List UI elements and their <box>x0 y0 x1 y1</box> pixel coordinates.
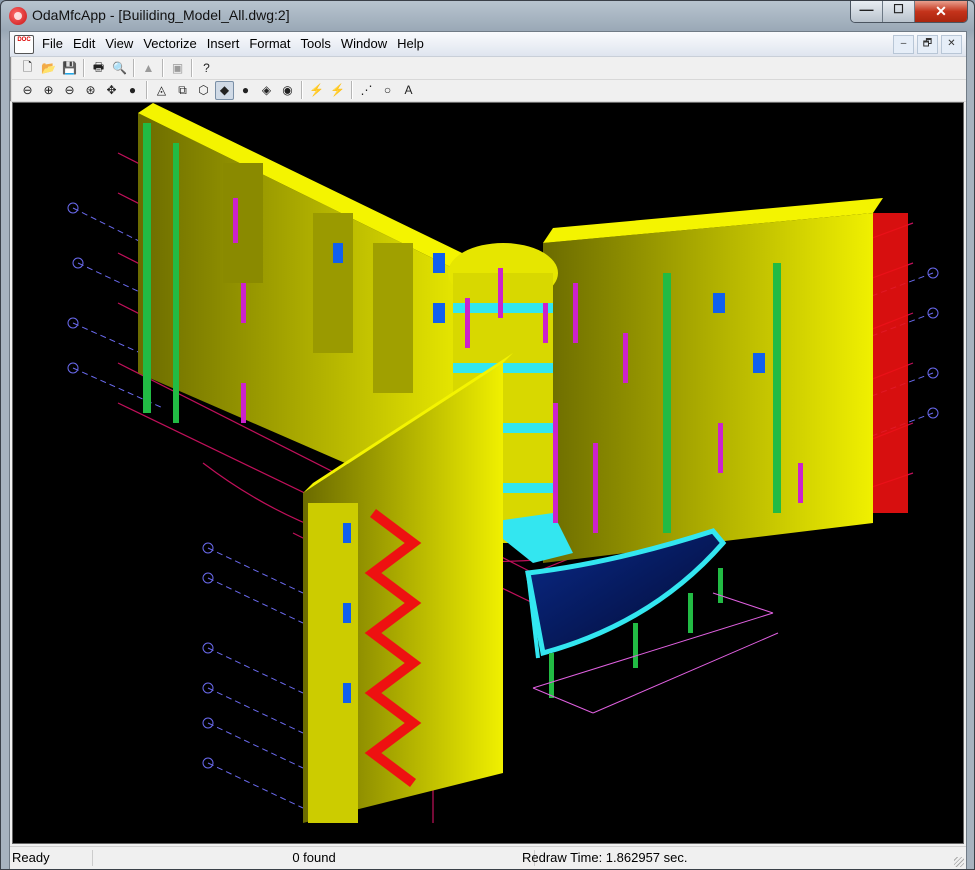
maximize-button[interactable]: ☐ <box>883 1 915 22</box>
mdi-controls: – 🗗 ✕ <box>893 35 962 54</box>
flat-shaded-edges-icon: ◈ <box>261 83 272 97</box>
found-count: 0 found <box>94 850 535 866</box>
menu-view[interactable]: View <box>101 36 139 52</box>
mdi-restore-button[interactable]: 🗗 <box>917 35 938 54</box>
gouraud-edges-button[interactable]: ◉ <box>278 81 297 100</box>
close-button[interactable]: ✕ <box>915 1 967 22</box>
2d-wireframe-button[interactable]: ◬ <box>152 81 171 100</box>
point-button[interactable]: ⋰ <box>357 81 376 100</box>
gouraud-shaded-icon: ● <box>241 83 250 97</box>
toolbar-separator <box>83 59 85 77</box>
gouraud-shaded-button[interactable]: ● <box>236 81 255 100</box>
toolbar-separator <box>191 59 193 77</box>
cut-icon: ▲ <box>142 61 155 75</box>
maximize-icon: ☐ <box>893 2 904 16</box>
hidden-line-icon: ⬡ <box>198 83 209 97</box>
menu: File Edit View Vectorize Insert Format Tools Wi… <box>38 36 430 52</box>
application-window: OdaMfcApp - [Builiding_Model_All.dwg:2] … <box>0 0 975 870</box>
3d-wireframe-button[interactable]: ⧉ <box>173 81 192 100</box>
toolbar-separator <box>162 59 164 77</box>
text-button[interactable]: A <box>399 81 418 100</box>
zoom-extents-icon: ⊖ <box>22 83 33 97</box>
menu-bar: FileEditViewVectorizeInsertFormatToolsWi… <box>10 32 966 57</box>
point-icon: ⋰ <box>360 83 373 97</box>
toolbar-separator <box>351 81 353 99</box>
3d-wireframe-icon: ⧉ <box>178 82 187 97</box>
new-document-icon: 🗋 <box>22 59 33 74</box>
flat-shaded-icon: ◆ <box>219 83 230 97</box>
status-bar: Ready 0 found Redraw Time: 1.862957 sec. <box>10 846 966 869</box>
paste-button[interactable]: ▣ <box>168 59 187 78</box>
menu-file[interactable]: File <box>38 36 69 52</box>
save-icon: 💾 <box>62 61 77 75</box>
close-icon: ✕ <box>935 3 947 19</box>
menu-edit[interactable]: Edit <box>69 36 101 52</box>
menu-tools[interactable]: Tools <box>296 36 336 52</box>
regen-button[interactable]: ⚡ <box>307 81 326 100</box>
open-folder-button[interactable]: 📂 <box>39 59 58 78</box>
paste-icon: ▣ <box>171 61 184 75</box>
building-model-drawing <box>67 103 939 823</box>
zoom-extents-button[interactable]: ⊖ <box>18 81 37 100</box>
save-button[interactable]: 💾 <box>60 59 79 78</box>
zoom-out-icon: ⊖ <box>64 83 75 97</box>
circle-icon: ○ <box>383 83 392 97</box>
toolbar-separator <box>146 81 148 99</box>
gouraud-edges-icon: ◉ <box>282 83 293 97</box>
regen-viewport-button[interactable]: ⚡ <box>328 81 347 100</box>
hidden-line-button[interactable]: ⬡ <box>194 81 213 100</box>
print-icon: 🖶 <box>92 59 105 74</box>
pan-button[interactable]: ✥ <box>102 81 121 100</box>
document-icon[interactable] <box>14 35 34 54</box>
flat-shaded-edges-button[interactable]: ◈ <box>257 81 276 100</box>
print-preview-button[interactable]: 🔍 <box>110 59 129 78</box>
toolbar-separator <box>133 59 135 77</box>
zoom-in-icon: ⊕ <box>43 83 54 97</box>
standard-toolbar: 🗋 📂 💾 🖶 🔍 ▲ ▣? <box>10 57 218 79</box>
menu-window[interactable]: Window <box>337 36 393 52</box>
mdi-minimize-button[interactable]: – <box>893 35 914 54</box>
help-button[interactable]: ? <box>197 59 216 78</box>
window-controls: — ☐ ✕ <box>850 1 968 23</box>
status-text: Ready <box>12 850 93 866</box>
resize-grip[interactable] <box>954 857 964 867</box>
app-logo-icon[interactable] <box>9 7 27 25</box>
new-document-button[interactable]: 🗋 <box>18 59 37 78</box>
orbit-icon: ● <box>128 83 137 97</box>
orbit-button[interactable]: ● <box>123 81 142 100</box>
toolbar-separator <box>301 81 303 99</box>
open-folder-icon: 📂 <box>41 61 56 75</box>
help-icon: ? <box>203 61 210 75</box>
menu-vectorize[interactable]: Vectorize <box>139 36 202 52</box>
print-preview-icon: 🔍 <box>112 61 127 75</box>
text-icon: A <box>404 83 413 97</box>
print-button[interactable]: 🖶 <box>89 59 108 78</box>
zoom-out-button[interactable]: ⊖ <box>60 81 79 100</box>
redraw-time: Redraw Time: 1.862957 sec. <box>522 850 688 865</box>
zoom-window-icon: ⊛ <box>85 83 96 97</box>
mdi-close-button[interactable]: ✕ <box>941 35 962 54</box>
regen-viewport-icon: ⚡ <box>330 83 345 97</box>
drawing-viewport[interactable] <box>12 102 964 844</box>
minimize-icon: — <box>859 1 874 17</box>
regen-icon: ⚡ <box>309 83 324 97</box>
menu-insert[interactable]: Insert <box>203 36 246 52</box>
circle-button[interactable]: ○ <box>378 81 397 100</box>
zoom-in-button[interactable]: ⊕ <box>39 81 58 100</box>
2d-wireframe-icon: ◬ <box>156 83 167 97</box>
minimize-button[interactable]: — <box>851 1 883 22</box>
pan-icon: ✥ <box>106 83 117 97</box>
zoom-window-button[interactable]: ⊛ <box>81 81 100 100</box>
client-area: FileEditViewVectorizeInsertFormatToolsWi… <box>9 31 967 869</box>
view-toolbar: ⊖ ⊕ ⊖ ⊛ ✥ ● ◬ ⧉ ⬡ ◆ ● ◈ ◉ ⚡ ⚡ ⋰ ○ A <box>10 79 420 101</box>
flat-shaded-button[interactable]: ◆ <box>215 80 234 100</box>
menu-format[interactable]: Format <box>245 36 296 52</box>
title-bar[interactable]: OdaMfcApp - [Builiding_Model_All.dwg:2] … <box>1 1 975 31</box>
menu-help[interactable]: Help <box>393 36 430 52</box>
window-title: OdaMfcApp - [Builiding_Model_All.dwg:2] <box>32 7 290 23</box>
cut-button[interactable]: ▲ <box>139 59 158 78</box>
